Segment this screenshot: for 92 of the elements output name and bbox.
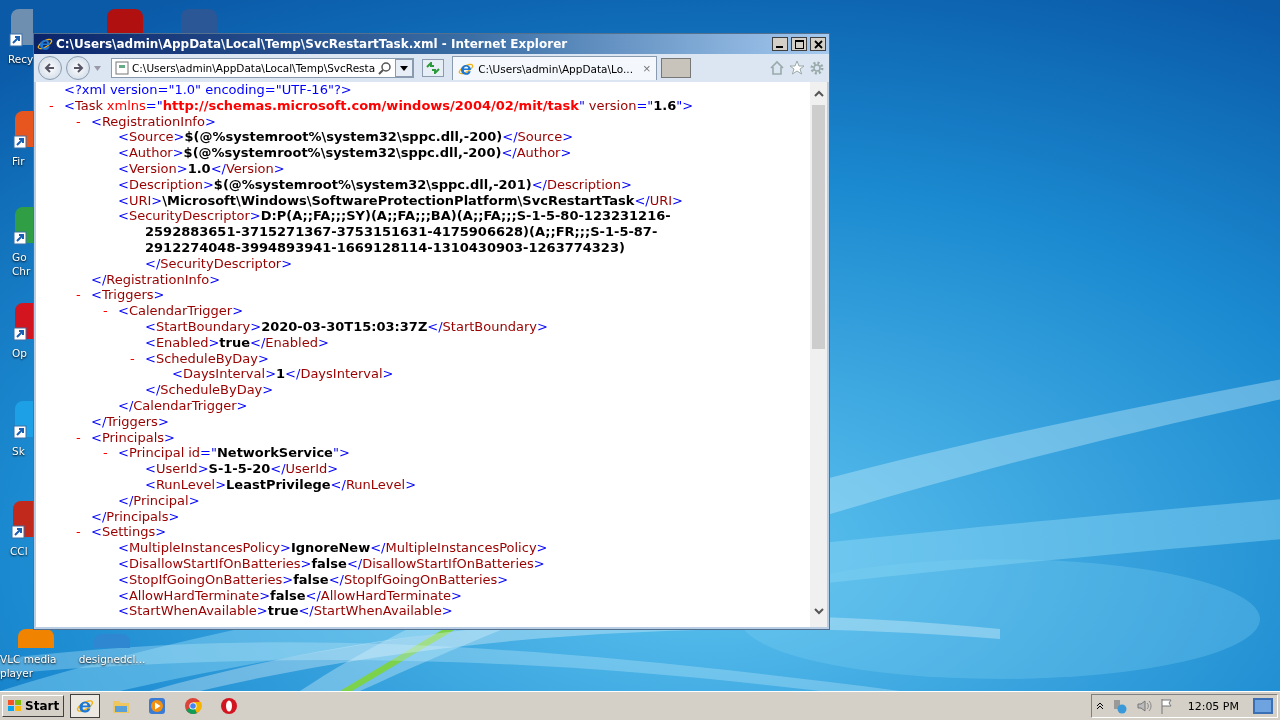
browser-icon bbox=[184, 697, 203, 715]
maximize-icon bbox=[794, 39, 804, 49]
xml-line: <Triggers> bbox=[91, 287, 165, 304]
chevron-up-icon[interactable] bbox=[813, 90, 824, 97]
window-title: C:\Users\admin\AppData\Local\Temp\SvcRestartTask.xml - Internet Explorer bbox=[56, 37, 569, 51]
scrollbar[interactable] bbox=[810, 82, 827, 627]
xml-line: <SecurityDescriptor>D:P(A;;FA;;;SY)(A;;FA;;;BA)(A;;FA;;;S-1-5-80-123231216-2592883651-3715271367-3753151631-4175906628)(A;;FR;;;S-1-5-87-2912274048-3994893941-1669128114-1310430903-1263774323) bbox=[118, 208, 672, 256]
new-tab-button[interactable] bbox=[660, 58, 691, 78]
collapse-toggle[interactable]: - bbox=[49, 97, 64, 114]
xml-line: <RegistrationInfo> bbox=[91, 113, 216, 130]
close-icon bbox=[813, 39, 823, 49]
app-icon[interactable] bbox=[10, 498, 33, 540]
icon-label: designedcl... bbox=[78, 652, 146, 666]
icon-label: VLC media player bbox=[0, 652, 58, 680]
icon-label: Op bbox=[12, 346, 27, 360]
icon-label: Sk bbox=[12, 444, 25, 458]
tab-close-button[interactable]: × bbox=[636, 61, 651, 76]
collapse-toggle[interactable]: - bbox=[76, 287, 91, 304]
xml-line: <URI>\Microsoft\Windows\SoftwareProtectionPlatform\SvcRestartTask</URI> bbox=[118, 192, 683, 208]
icon-label: Fir bbox=[12, 154, 25, 168]
collapse-toggle[interactable]: - bbox=[76, 524, 91, 541]
xml-line: <StartBoundary>2020-03-30T15:03:37Z</StartBoundary> bbox=[145, 318, 548, 334]
xml-line: </SecurityDescriptor> bbox=[145, 255, 293, 271]
xml-line: <AllowHardTerminate>false</AllowHardTerminate> bbox=[118, 587, 462, 603]
icon-label: Recy bbox=[8, 52, 34, 66]
page-icon bbox=[115, 61, 129, 75]
xml-line: </CalendarTrigger> bbox=[118, 397, 248, 413]
collapse-toggle[interactable]: - bbox=[103, 445, 118, 462]
windows-logo-icon bbox=[7, 699, 23, 713]
app-icon[interactable] bbox=[12, 108, 33, 150]
collapse-toggle[interactable]: - bbox=[130, 350, 145, 367]
folder-icon bbox=[112, 698, 131, 714]
xml-line: <StartWhenAvailable>true</StartWhenAvailable> bbox=[118, 603, 453, 619]
back-arrow-icon bbox=[44, 62, 56, 74]
browser-tab[interactable]: C:\Users\admin\AppData\Lo... × bbox=[452, 56, 657, 80]
xml-line: <Source>$(@%systemroot%\system32\sppc.dll,-200)</Source> bbox=[118, 129, 574, 145]
xml-line: <Description>$(@%systemroot%\system32\sppc.dll,-201)</Description> bbox=[118, 176, 632, 192]
xml-line: <Author>$(@%systemroot%\system32\sppc.dll,-200)</Author> bbox=[118, 145, 572, 161]
chevron-down-icon[interactable] bbox=[813, 608, 824, 615]
taskbar-app-button[interactable] bbox=[70, 694, 101, 718]
xml-line: <DisallowStartIfOnBatteries>false</DisallowStartIfOnBatteries> bbox=[118, 555, 545, 571]
xml-line: <Enabled>true</Enabled> bbox=[145, 334, 329, 350]
app-icon[interactable] bbox=[12, 300, 33, 342]
address-field[interactable]: C:\Users\admin\AppData\Local\Temp\SvcResta bbox=[111, 58, 415, 78]
xml-line: </RegistrationInfo> bbox=[91, 271, 221, 287]
browser-icon bbox=[37, 36, 53, 52]
collapse-toggle[interactable]: - bbox=[76, 113, 91, 130]
xml-line: <DaysInterval>1</DaysInterval> bbox=[172, 366, 394, 382]
icon-label: Go Chr bbox=[12, 250, 32, 278]
xml-line: </Principal> bbox=[118, 492, 200, 508]
app-icon[interactable] bbox=[15, 626, 57, 648]
caret-icon bbox=[400, 65, 409, 71]
xml-line: </Principals> bbox=[91, 508, 180, 524]
icon-label: CCl bbox=[10, 544, 28, 558]
xml-line: <MultipleInstancesPolicy>IgnoreNew</MultipleInstancesPolicy> bbox=[118, 540, 548, 556]
ring-icon bbox=[220, 697, 239, 715]
search-icon[interactable] bbox=[378, 61, 393, 75]
xml-line: </Triggers> bbox=[91, 413, 169, 429]
collapse-toggle[interactable]: - bbox=[103, 303, 118, 319]
star-icon[interactable] bbox=[789, 60, 805, 76]
xml-line: <ScheduleByDay> bbox=[145, 350, 269, 367]
start-button[interactable]: Start bbox=[2, 695, 65, 717]
app-icon[interactable] bbox=[8, 6, 33, 48]
refresh-button[interactable] bbox=[422, 59, 445, 77]
maximize-button[interactable] bbox=[791, 37, 807, 51]
xml-line: <Version>1.0</Version> bbox=[118, 161, 285, 176]
forward-button[interactable] bbox=[66, 56, 90, 80]
flag-icon[interactable] bbox=[1159, 698, 1174, 714]
clock[interactable]: 12:05 PM bbox=[1187, 699, 1239, 713]
xml-line: <Principal id="NetworkService"> bbox=[118, 445, 350, 462]
minimize-button[interactable] bbox=[772, 37, 788, 51]
browser-icon bbox=[76, 697, 95, 715]
close-button[interactable] bbox=[810, 37, 826, 51]
xml-line: <Principals> bbox=[91, 429, 175, 446]
xml-line: <UserId>S-1-5-20</UserId> bbox=[145, 461, 339, 477]
xml-line: <StopIfGoingOnBatteries>false</StopIfGoingOnBatteries> bbox=[118, 571, 509, 587]
play-icon bbox=[148, 697, 167, 715]
xml-line: <Settings> bbox=[91, 524, 167, 541]
chevron-up-icon[interactable] bbox=[1095, 702, 1104, 710]
collapse-toggle[interactable]: - bbox=[76, 429, 91, 446]
xml-line: <RunLevel>LeastPrivilege</RunLevel> bbox=[145, 476, 417, 492]
xml-line: <Task xmlns="http://schemas.microsoft.com/windows/2004/02/mit/task" version="1.6"> bbox=[64, 97, 694, 114]
app-icon[interactable] bbox=[12, 204, 33, 246]
app-icon[interactable] bbox=[12, 398, 33, 440]
back-button[interactable] bbox=[38, 56, 62, 80]
arrows-icon bbox=[426, 62, 441, 74]
xml-line: </ScheduleByDay> bbox=[145, 382, 274, 398]
forward-arrow-icon bbox=[72, 62, 84, 74]
xml-declaration: <?xml version="1.0" encoding="UTF-16"?> bbox=[64, 82, 352, 97]
scroll-thumb[interactable] bbox=[812, 105, 825, 349]
xml-line: <CalendarTrigger> bbox=[118, 303, 244, 319]
dropdown-button[interactable] bbox=[395, 59, 414, 77]
